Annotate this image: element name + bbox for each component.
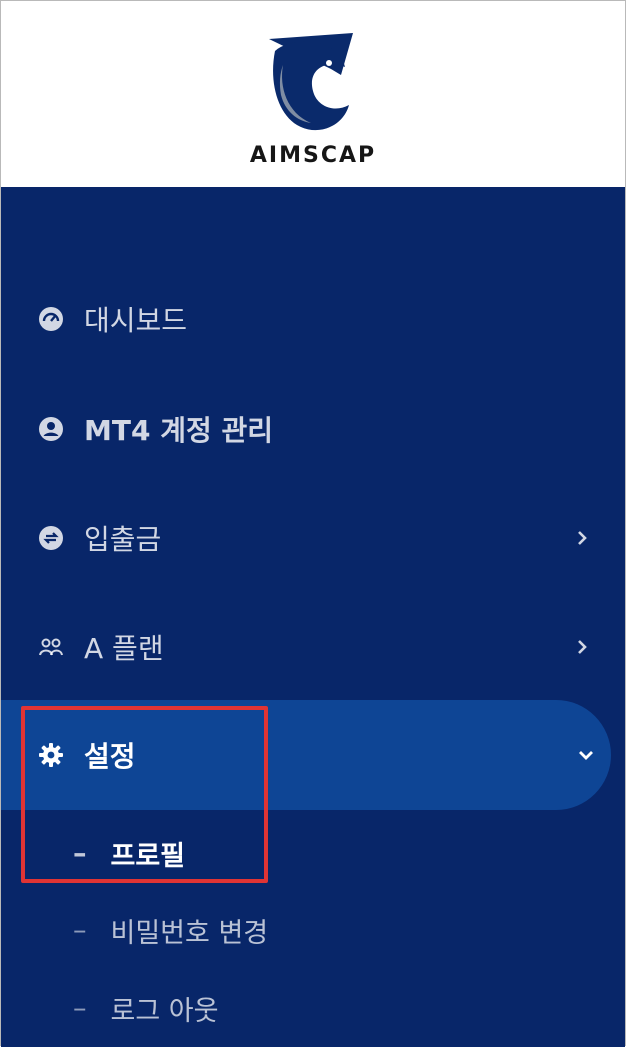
chevron-right-icon [578,531,587,545]
submenu-dash: – [73,914,87,946]
sidebar-item-deposit-withdraw[interactable]: 입출금 [1,498,625,578]
sidebar-item-label: 설정 [84,740,136,773]
submenu-item-logout[interactable]: – 로그 아웃 [1,978,625,1038]
submenu-item-label: 로그 아웃 [110,995,219,1027]
sidebar-item-label: MT4 계정 관리 [84,414,273,447]
sidebar-menu: 대시보드 MT4 계정 관리 입출금 A 플랜 설정 – 프로필 – 비밀번호 … [1,187,625,1047]
sidebar: AIMSCAP 대시보드 MT4 계정 관리 입출금 A 플랜 설정 – 프로필… [0,0,626,1047]
sidebar-item-label: 입출금 [84,523,162,556]
submenu-dash: – [73,992,87,1024]
eagle-logo-icon [269,33,353,131]
chevron-right-icon [578,640,587,654]
gear-icon [38,742,64,768]
sidebar-item-a-plan[interactable]: A 플랜 [1,607,625,687]
sidebar-item-label: 대시보드 [84,304,188,337]
user-circle-icon [38,416,64,442]
submenu-item-label: 프로필 [110,840,186,872]
dashboard-gauge-icon [38,306,64,332]
sidebar-item-mt4-accounts[interactable]: MT4 계정 관리 [1,389,625,469]
submenu-item-change-password[interactable]: – 비밀번호 변경 [1,900,625,960]
chevron-down-icon [579,751,593,760]
sidebar-item-dashboard[interactable]: 대시보드 [1,279,625,359]
exchange-circle-icon [38,525,64,551]
submenu-item-label: 비밀번호 변경 [110,917,269,949]
submenu-item-profile[interactable]: – 프로필 [1,823,625,883]
sidebar-item-settings[interactable]: 설정 [1,715,625,795]
brand-header: AIMSCAP [1,1,625,188]
brand-name: AIMSCAP [249,143,377,168]
sidebar-item-label: A 플랜 [84,632,164,665]
users-icon [38,634,64,660]
submenu-dash: – [73,837,87,869]
